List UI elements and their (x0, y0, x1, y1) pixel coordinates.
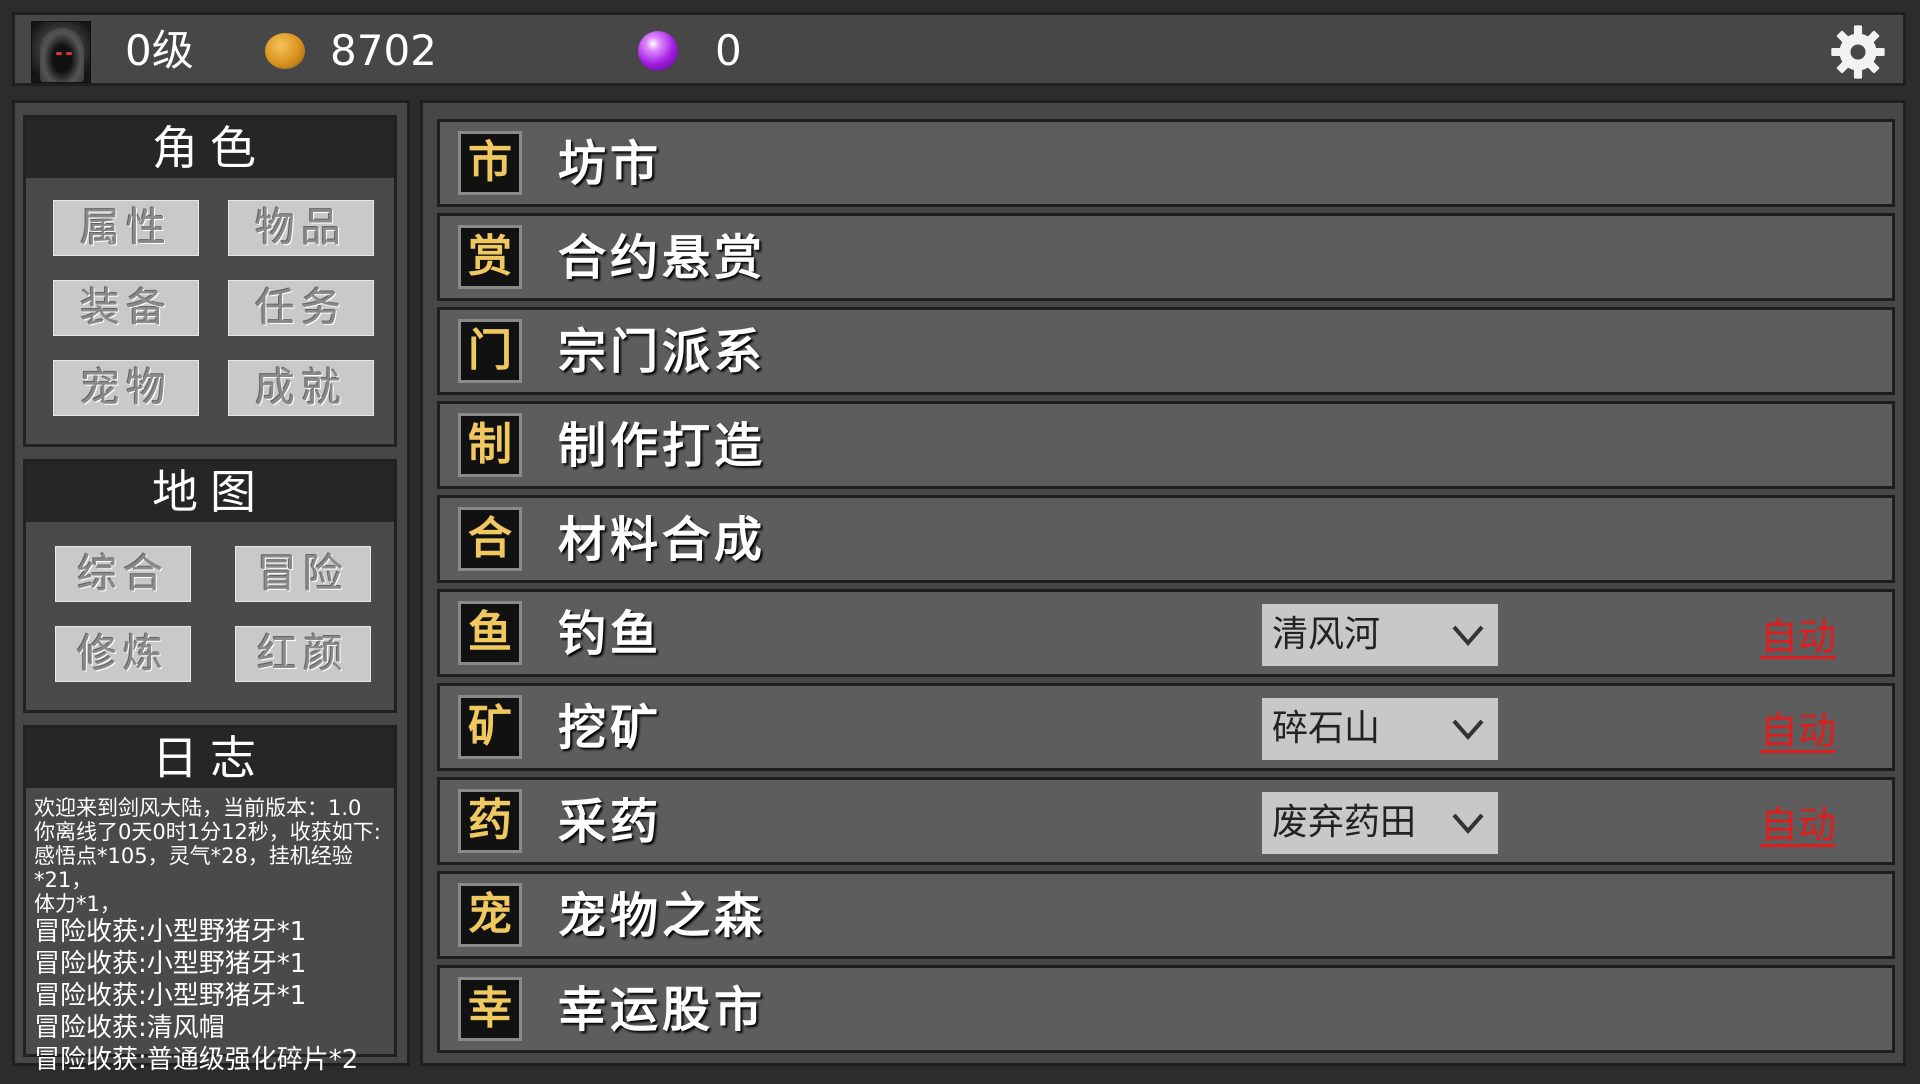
map-section-title: 地图 (26, 462, 394, 522)
map-cultivation-button[interactable]: 修炼 (55, 626, 191, 682)
player-level: 0级 (125, 26, 194, 75)
map-beauty-button[interactable]: 红颜 (235, 626, 371, 682)
menu-row-fishing[interactable]: 鱼 钓鱼 清风河 自动 (437, 589, 1895, 677)
menu-row-sect[interactable]: 门 宗门派系 (437, 307, 1895, 395)
log-section-title: 日志 (26, 728, 394, 788)
mining-auto-link[interactable]: 自动 (1760, 708, 1836, 754)
chevron-down-icon (1452, 625, 1484, 647)
character-section: 角色 属性 物品 装备 任务 宠物 成就 (23, 115, 397, 447)
mining-location-select[interactable]: 碎石山 (1262, 698, 1498, 760)
menu-row-title: 制作打造 (558, 418, 767, 474)
herbalism-location-select[interactable]: 废弃药田 (1262, 792, 1498, 854)
menu-row-title: 采药 (558, 794, 663, 850)
menu-row-title: 合约悬赏 (558, 230, 767, 286)
log-line: 感悟点*105，灵气*28，挂机经验*21， (34, 844, 353, 892)
log-line: 冒险收获:小型野猪牙*1 (34, 917, 307, 947)
quests-button[interactable]: 任务 (228, 280, 374, 336)
fishing-icon: 鱼 (458, 601, 522, 665)
menu-row-pet-forest[interactable]: 宠 宠物之森 (437, 871, 1895, 959)
pets-button[interactable]: 宠物 (53, 360, 199, 416)
menu-row-crafting[interactable]: 制 制作打造 (437, 401, 1895, 489)
achievements-button[interactable]: 成就 (228, 360, 374, 416)
top-status-bar: 0级 8702 0 (12, 12, 1906, 86)
menu-row-title: 挖矿 (558, 700, 663, 756)
menu-row-mining[interactable]: 矿 挖矿 碎石山 自动 (437, 683, 1895, 771)
menu-row-title: 钓鱼 (558, 606, 663, 662)
select-value: 废弃药田 (1272, 802, 1417, 843)
select-value: 清风河 (1272, 614, 1381, 655)
log-line: 冒险收获:小型野猪牙*1 (34, 949, 307, 979)
menu-row-herbalism[interactable]: 药 采药 废弃药田 自动 (437, 777, 1895, 865)
menu-row-title: 幸运股市 (558, 982, 767, 1038)
menu-row-synthesis[interactable]: 合 材料合成 (437, 495, 1895, 583)
menu-row-lucky-stock[interactable]: 幸 幸运股市 (437, 965, 1895, 1053)
sect-icon: 门 (458, 319, 522, 383)
log-line: 欢迎来到剑风大陆，当前版本：1.0 (34, 796, 362, 820)
log-section: 日志 欢迎来到剑风大陆，当前版本：1.0 你离线了0天0时1分12秒，收获如下:… (23, 725, 397, 1075)
log-line: 冒险收获:普通级强化碎片*2 (34, 1045, 359, 1075)
menu-row-bounty[interactable]: 赏 合约悬赏 (437, 213, 1895, 301)
pet-forest-icon: 宠 (458, 883, 522, 947)
map-general-button[interactable]: 综合 (55, 546, 191, 602)
lucky-stock-icon: 幸 (458, 977, 522, 1041)
herbalism-icon: 药 (458, 789, 522, 853)
menu-row-title: 坊市 (558, 136, 663, 192)
log-line: 你离线了0天0时1分12秒，收获如下: (34, 820, 381, 844)
left-panel: 角色 属性 物品 装备 任务 宠物 成就 地图 综合 冒险 修炼 红颜 日志 欢… (12, 100, 410, 1075)
bounty-icon: 赏 (458, 225, 522, 289)
log-line: 体力*1， (34, 892, 121, 916)
menu-row-market[interactable]: 市 坊市 (437, 119, 1895, 207)
log-content[interactable]: 欢迎来到剑风大陆，当前版本：1.0 你离线了0天0时1分12秒，收获如下: 感悟… (26, 788, 394, 1084)
character-section-title: 角色 (26, 118, 394, 178)
mining-icon: 矿 (458, 695, 522, 759)
map-section: 地图 综合 冒险 修炼 红颜 (23, 459, 397, 713)
log-line: 冒险收获:小型野猪牙*1 (34, 981, 307, 1011)
chevron-down-icon (1452, 813, 1484, 835)
activity-menu-panel: 市 坊市 赏 合约悬赏 门 宗门派系 制 制作打造 合 材料合成 鱼 钓鱼 清风… (420, 100, 1906, 1066)
chevron-down-icon (1452, 719, 1484, 741)
crafting-icon: 制 (458, 413, 522, 477)
equipment-button[interactable]: 装备 (53, 280, 199, 336)
coin-icon (265, 33, 305, 69)
gear-icon[interactable] (1829, 23, 1887, 81)
menu-row-title: 材料合成 (558, 512, 767, 568)
fishing-auto-link[interactable]: 自动 (1760, 614, 1836, 660)
market-icon: 市 (458, 131, 522, 195)
items-button[interactable]: 物品 (228, 200, 374, 256)
fishing-location-select[interactable]: 清风河 (1262, 604, 1498, 666)
log-line: 冒险收获:清风帽 (34, 1013, 225, 1043)
menu-row-title: 宗门派系 (558, 324, 767, 380)
gem-count: 0 (715, 26, 742, 75)
select-value: 碎石山 (1272, 708, 1381, 749)
attributes-button[interactable]: 属性 (53, 200, 199, 256)
coin-count: 8702 (330, 26, 437, 75)
synthesis-icon: 合 (458, 507, 522, 571)
menu-row-title: 宠物之森 (558, 888, 767, 944)
map-adventure-button[interactable]: 冒险 (235, 546, 371, 602)
herbalism-auto-link[interactable]: 自动 (1760, 802, 1836, 848)
hooded-avatar-icon[interactable] (31, 21, 91, 83)
purple-gem-icon (638, 31, 678, 71)
